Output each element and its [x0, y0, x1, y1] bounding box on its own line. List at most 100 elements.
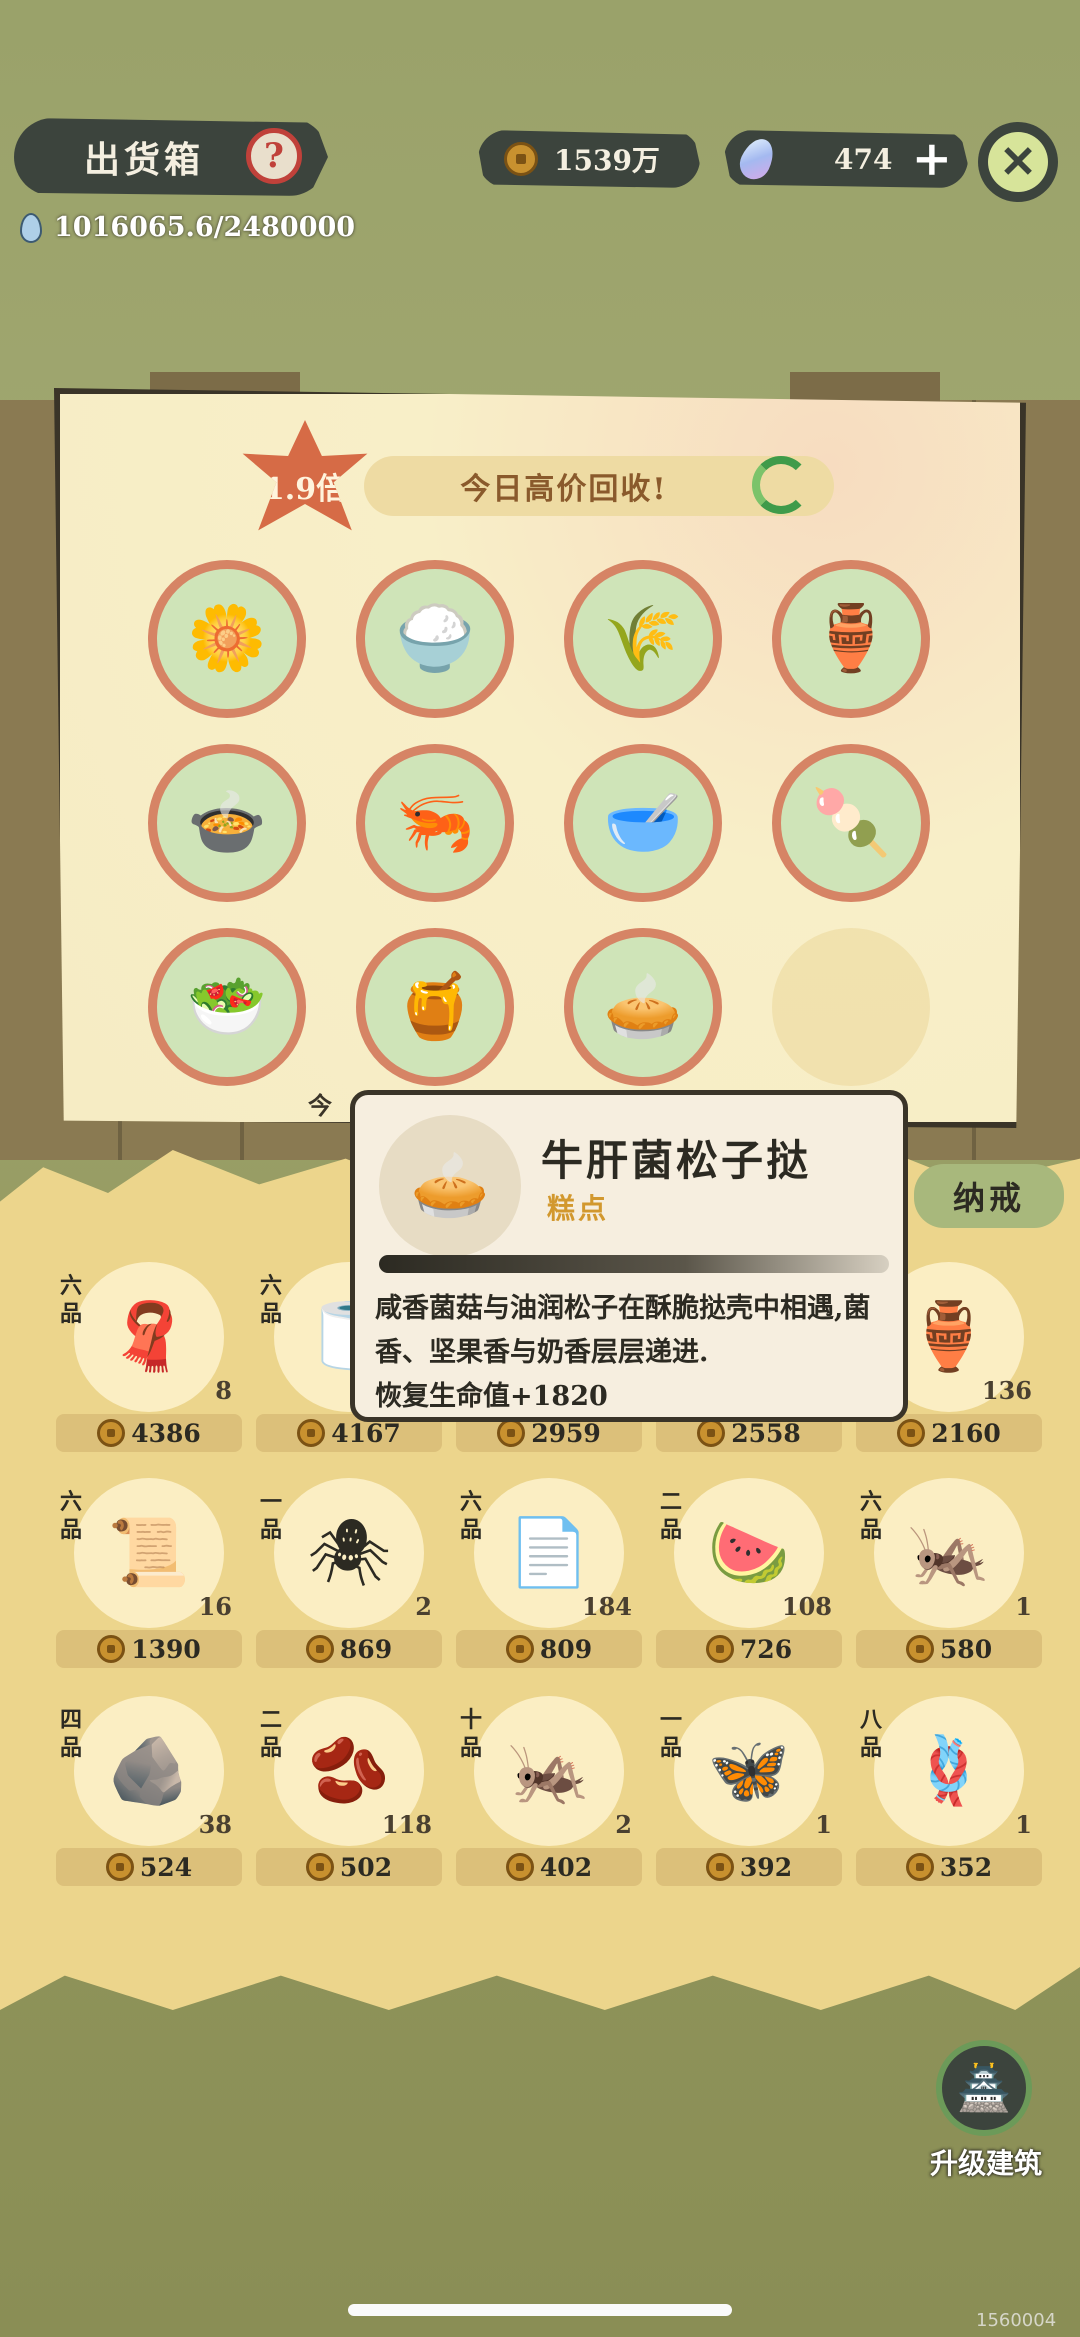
storage-slot[interactable]: 🕷 一品 2 869	[256, 1478, 442, 1670]
soup-bowl-icon: 🥣	[603, 786, 683, 860]
buyback-item-shrimp-leaf[interactable]: 🦐	[356, 744, 514, 902]
item-grade-label: 十品	[459, 1707, 482, 1761]
item-grade-label: 六品	[859, 1489, 882, 1543]
storage-item-icon: 🦋	[707, 1732, 791, 1809]
storage-item-image: 🦗	[474, 1696, 624, 1846]
page-title: 出货箱	[84, 139, 205, 181]
item-price: 4167	[331, 1418, 401, 1448]
home-indicator[interactable]	[348, 2304, 732, 2316]
gem-balance: 474 +	[724, 130, 968, 188]
storage-slot[interactable]: 🍉 二品 108 726	[656, 1478, 842, 1670]
item-grade-label: 六品	[259, 1273, 282, 1327]
coin-amount: 1539万	[554, 144, 660, 177]
item-price: 4386	[131, 1418, 201, 1448]
item-price-bar: 809	[456, 1630, 642, 1668]
poster-footer-text: 今	[308, 1091, 332, 1120]
refresh-icon[interactable]	[752, 456, 810, 514]
help-icon[interactable]: ?	[246, 128, 302, 184]
coin-icon	[905, 1853, 934, 1881]
storage-item-icon: 🏺	[907, 1298, 991, 1375]
tooltip-item-category: 糕点	[547, 1192, 610, 1225]
storage-slot[interactable]: 🦗 十品 2 402	[456, 1696, 642, 1888]
storage-slot[interactable]: 🦗 六品 1 580	[856, 1478, 1042, 1670]
item-price-bar: 4386	[56, 1414, 242, 1452]
item-price-bar: 726	[656, 1630, 842, 1668]
tooltip-item-icon: 🥧	[410, 1149, 490, 1223]
stir-fry-plate-icon: 🥗	[187, 970, 267, 1044]
storage-item-icon: 📜	[107, 1514, 191, 1591]
item-price: 869	[339, 1634, 393, 1664]
coin-icon	[97, 1419, 126, 1447]
tooltip-divider	[379, 1255, 889, 1273]
buyback-item-braised-dish[interactable]: 🍲	[148, 744, 306, 902]
coin-balance: 1539万	[478, 130, 700, 188]
item-tooltip: 🥧 牛肝菌松子挞 糕点 咸香菌菇与油润松子在酥脆挞壳中相遇,菌香、坚果香与奶香层…	[350, 1090, 908, 1422]
shrimp-leaf-icon: 🦐	[395, 786, 475, 860]
item-price: 352	[939, 1852, 993, 1882]
buyback-item-empty	[772, 928, 930, 1086]
buyback-item-meatball-plate[interactable]: 🍡	[772, 744, 930, 902]
water-amount: 1016065.6/2480000	[54, 212, 356, 243]
item-price-bar: 1390	[56, 1630, 242, 1668]
coin-icon	[505, 1635, 534, 1663]
item-price-bar: 502	[256, 1848, 442, 1886]
storage-slot[interactable]: 📄 六品 184 809	[456, 1478, 642, 1670]
item-grade-label: 六品	[459, 1489, 482, 1543]
coin-icon	[297, 1419, 326, 1447]
upgrade-building-button[interactable]: 🏯 升级建筑	[906, 2040, 1066, 2180]
item-grade-label: 八品	[859, 1707, 882, 1761]
white-seeds-icon: 🌾	[603, 602, 683, 676]
item-grade-label: 六品	[59, 1273, 82, 1327]
coin-icon	[705, 1853, 734, 1881]
storage-slot[interactable]: 🪢 八品 1 352	[856, 1696, 1042, 1888]
meatball-plate-icon: 🍡	[811, 786, 891, 860]
item-quantity: 1	[1015, 1810, 1032, 1839]
tab-storage-ring-label: 纳戒	[952, 1179, 1025, 1217]
storage-item-icon: 🧣	[107, 1298, 191, 1375]
coin-icon	[697, 1419, 726, 1447]
mushroom-tarts-icon: 🥧	[603, 970, 683, 1044]
item-price: 580	[939, 1634, 993, 1664]
item-price: 502	[339, 1852, 393, 1882]
storage-item-icon: 🦗	[507, 1732, 591, 1809]
storage-item-icon: 📄	[507, 1514, 591, 1591]
add-gems-button[interactable]: +	[912, 135, 952, 183]
item-quantity: 8	[215, 1376, 232, 1405]
storage-slot[interactable]: 🫘 二品 118 502	[256, 1696, 442, 1888]
buyback-item-chrysanthemum[interactable]: 🌼	[148, 560, 306, 718]
braised-dish-icon: 🍲	[187, 786, 267, 860]
coin-icon	[497, 1419, 526, 1447]
storage-item-image: 🦋	[674, 1696, 824, 1846]
upgrade-building-label: 升级建筑	[929, 2147, 1042, 2180]
item-grade-label: 一品	[659, 1707, 682, 1761]
item-quantity: 38	[198, 1810, 232, 1839]
build-id: 1560004	[976, 2310, 1057, 2331]
item-price: 2160	[931, 1418, 1001, 1448]
storage-item-image: 🦗	[874, 1478, 1024, 1628]
buyback-item-white-seeds[interactable]: 🌾	[564, 560, 722, 718]
storage-item-icon: 🕷	[307, 1514, 391, 1591]
buyback-item-rice-grains[interactable]: 🍚	[356, 560, 514, 718]
buyback-item-mushroom-tarts[interactable]: 🥧	[564, 928, 722, 1086]
item-price-bar: 352	[856, 1848, 1042, 1886]
close-button[interactable]: ✕	[978, 122, 1058, 202]
item-grade-label: 一品	[259, 1489, 282, 1543]
chrysanthemum-icon: 🌼	[187, 602, 267, 676]
buyback-item-stir-fry-plate[interactable]: 🥗	[148, 928, 306, 1086]
banner-text: 今日高价回收!	[460, 472, 668, 507]
coin-icon	[897, 1419, 926, 1447]
storage-slot[interactable]: 🦋 一品 1 392	[656, 1696, 842, 1888]
tab-storage-ring[interactable]: 纳戒	[914, 1164, 1064, 1228]
storage-slot[interactable]: 🪨 四品 38 524	[56, 1696, 242, 1888]
multiplier-label: 1.9倍	[263, 472, 347, 507]
item-quantity: 184	[581, 1592, 632, 1621]
buyback-item-clay-jar[interactable]: 🏺	[772, 560, 930, 718]
item-price: 392	[739, 1852, 793, 1882]
buyback-item-soup-bowl[interactable]: 🥣	[564, 744, 722, 902]
tooltip-item-image: 🥧	[379, 1115, 521, 1257]
item-quantity: 1	[815, 1810, 832, 1839]
buyback-item-clay-pot-soup[interactable]: 🍯	[356, 928, 514, 1086]
storage-slot[interactable]: 📜 六品 16 1390	[56, 1478, 242, 1670]
storage-slot[interactable]: 🧣 六品 8 4386	[56, 1262, 242, 1454]
storage-item-icon: 🪨	[107, 1732, 191, 1809]
